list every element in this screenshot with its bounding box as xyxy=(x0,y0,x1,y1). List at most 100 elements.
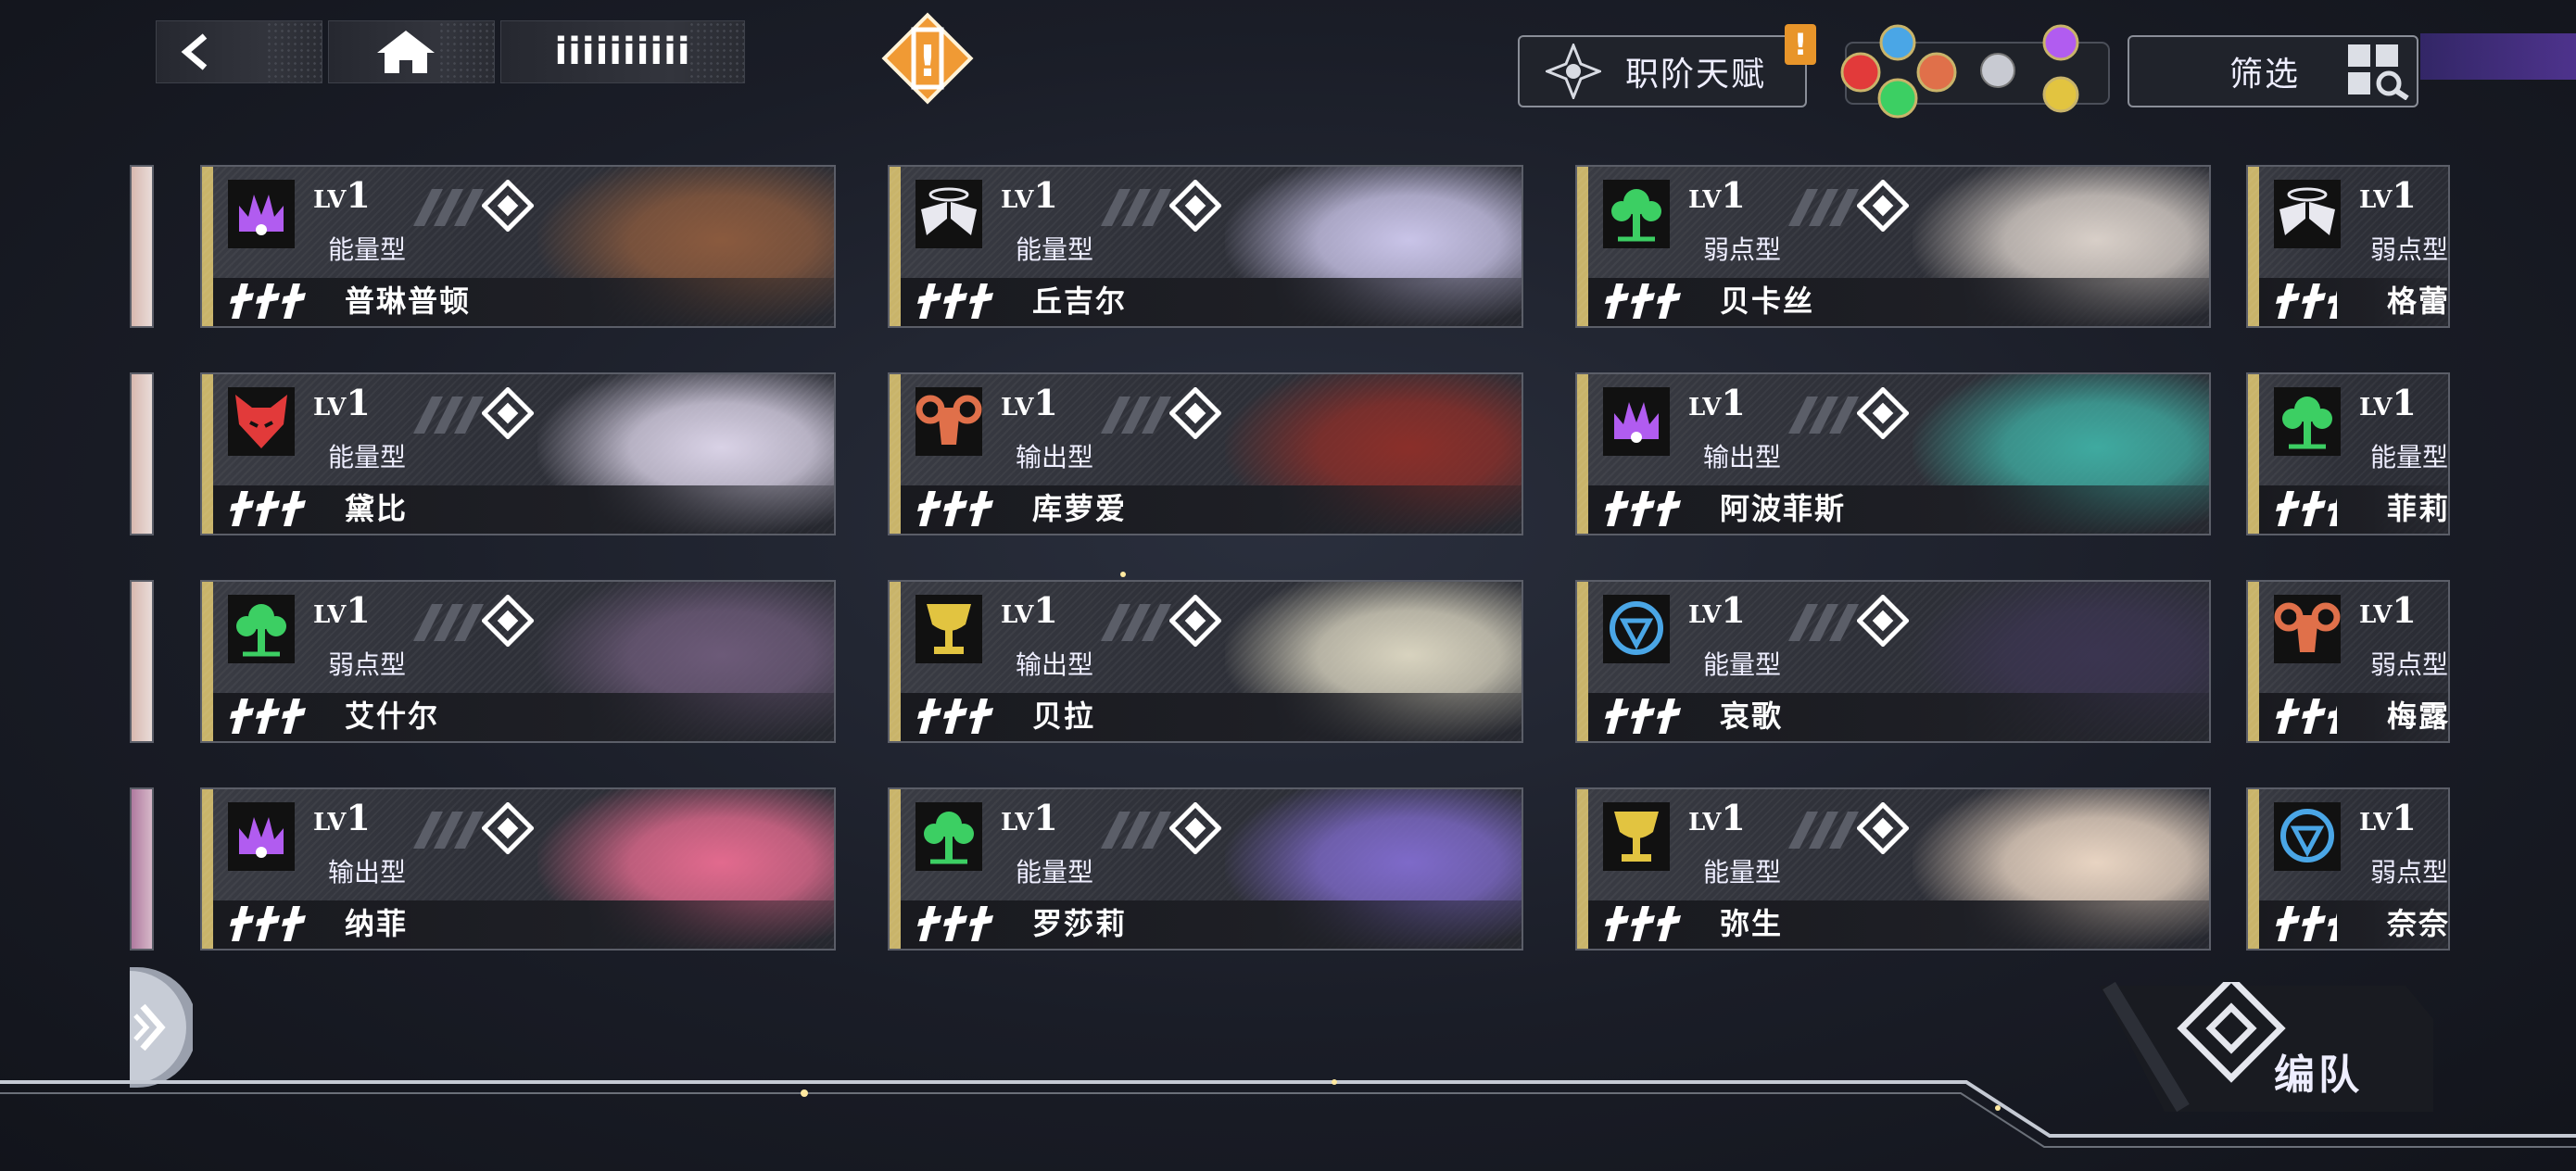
element-filter-cluster[interactable] xyxy=(1838,22,2122,120)
element-ram-icon xyxy=(1916,52,1957,93)
rank-slashes-icon xyxy=(1099,395,1173,435)
character-name: 罗莎莉 xyxy=(1032,906,1128,941)
emblem-icon xyxy=(1546,44,1601,99)
character-type: 能量型 xyxy=(1016,234,1094,265)
level-label: LV1 xyxy=(1001,589,1058,631)
character-card-partial[interactable]: LV1 能量型 菲莉 xyxy=(2246,372,2450,535)
tree-icon xyxy=(914,800,984,873)
character-name: 丘吉尔 xyxy=(1032,283,1128,319)
character-card-partial[interactable]: LV1 弱点型 奈奈 xyxy=(2246,787,2450,951)
level-label: LV1 xyxy=(2359,589,2417,631)
element-chalice-icon xyxy=(2042,76,2079,113)
rank-slashes-icon xyxy=(411,395,486,435)
back-arrow-icon xyxy=(181,33,208,70)
partial-card-left[interactable] xyxy=(130,580,154,743)
rarity-diamond-icon xyxy=(1856,801,1910,855)
chalice-icon xyxy=(914,593,984,665)
level-label: LV1 xyxy=(2359,174,2417,216)
level-label: LV1 xyxy=(1001,174,1058,216)
filter-button[interactable]: 筛选 xyxy=(2128,35,2418,107)
rarity-diamond-icon xyxy=(1168,801,1222,855)
star-rank-icon xyxy=(2276,491,2337,526)
level-label: LV1 xyxy=(1688,382,1746,423)
alert-diamond-icon[interactable]: ! xyxy=(878,9,977,107)
star-rank-icon xyxy=(230,491,315,526)
character-name: 库萝爱 xyxy=(1032,491,1128,526)
rarity-diamond-icon xyxy=(481,386,535,440)
scroll-left-button[interactable] xyxy=(130,967,193,1088)
wings-icon xyxy=(2272,178,2342,250)
element-crown-icon xyxy=(2042,24,2079,61)
character-type: 输出型 xyxy=(1703,442,1782,472)
partial-card-left[interactable] xyxy=(130,165,154,328)
level-label: LV1 xyxy=(1001,797,1058,838)
filter-label: 筛选 xyxy=(2229,56,2301,94)
level-label: LV1 xyxy=(313,382,371,423)
character-name: 格蕾 xyxy=(2387,283,2450,319)
rank-slashes-icon xyxy=(1787,395,1861,435)
rank-slashes-icon xyxy=(1099,602,1173,643)
wolf-icon xyxy=(226,385,297,458)
crown-icon xyxy=(226,800,297,873)
character-card[interactable]: LV1 能量型 黛比 xyxy=(200,372,836,535)
character-card[interactable]: LV1 能量型 普琳普顿 xyxy=(200,165,836,328)
shield-icon xyxy=(1601,593,1672,665)
element-wings-icon xyxy=(1980,53,2015,88)
rarity-diamond-icon xyxy=(1856,179,1910,233)
character-name: 菲莉 xyxy=(2387,491,2450,526)
rarity-diamond-icon xyxy=(1168,386,1222,440)
character-card[interactable]: LV1 能量型 弥生 xyxy=(1575,787,2211,951)
star-rank-icon xyxy=(230,906,315,941)
rank-slashes-icon xyxy=(411,810,486,850)
home-button[interactable] xyxy=(328,20,495,83)
tree-icon xyxy=(1601,178,1672,250)
character-type: 能量型 xyxy=(328,442,407,472)
character-type: 输出型 xyxy=(328,857,407,888)
character-card[interactable]: LV1 弱点型 贝卡丝 xyxy=(1575,165,2211,328)
character-card[interactable]: LV1 输出型 纳菲 xyxy=(200,787,836,951)
crown-icon xyxy=(1601,385,1672,458)
filter-search-icon xyxy=(2348,44,2409,100)
back-button[interactable] xyxy=(156,20,322,83)
character-name: 普琳普顿 xyxy=(345,283,472,319)
character-type: 弱点型 xyxy=(328,649,407,680)
team-formation-button[interactable] xyxy=(2100,982,2433,1112)
character-card-partial[interactable]: LV1 弱点型 格蕾 xyxy=(2246,165,2450,328)
rarity-diamond-icon xyxy=(1856,386,1910,440)
character-card[interactable]: LV1 输出型 库萝爱 xyxy=(888,372,1523,535)
rarity-diamond-icon xyxy=(481,801,535,855)
character-card-partial[interactable]: LV1 弱点型 梅露 xyxy=(2246,580,2450,743)
rarity-diamond-icon xyxy=(1168,594,1222,648)
star-rank-icon xyxy=(2276,283,2337,319)
decor-dots xyxy=(266,21,322,82)
character-name: 黛比 xyxy=(345,491,409,526)
character-type: 能量型 xyxy=(2370,442,2449,472)
partial-card-left[interactable] xyxy=(130,372,154,535)
character-name: 纳菲 xyxy=(345,906,409,941)
character-type: 输出型 xyxy=(1016,442,1094,472)
level-label: LV1 xyxy=(313,797,371,838)
star-rank-icon xyxy=(2276,906,2337,941)
star-rank-icon xyxy=(917,283,1003,319)
star-rank-icon xyxy=(230,283,315,319)
corner-accent xyxy=(2420,33,2576,80)
class-talent-label: 职阶天赋 xyxy=(1625,56,1767,94)
rank-slashes-icon xyxy=(1099,187,1173,228)
class-talent-button[interactable]: 职阶天赋 xyxy=(1518,35,1807,107)
character-card[interactable]: LV1 能量型 哀歌 xyxy=(1575,580,2211,743)
character-card[interactable]: LV1 能量型 丘吉尔 xyxy=(888,165,1523,328)
star-rank-icon xyxy=(1605,699,1690,734)
star-rank-icon xyxy=(230,699,315,734)
partial-card-left[interactable] xyxy=(130,787,154,951)
character-card[interactable]: LV1 弱点型 艾什尔 xyxy=(200,580,836,743)
character-type: 能量型 xyxy=(1016,857,1094,888)
character-card[interactable]: LV1 输出型 阿波菲斯 xyxy=(1575,372,2211,535)
star-rank-icon xyxy=(917,906,1003,941)
decor-dots xyxy=(688,21,744,82)
character-name: 哀歌 xyxy=(1720,699,1784,734)
character-name: 阿波菲斯 xyxy=(1720,491,1847,526)
character-card[interactable]: LV1 能量型 罗莎莉 xyxy=(888,787,1523,951)
character-card[interactable]: LV1 输出型 贝拉 xyxy=(888,580,1523,743)
rank-slashes-icon xyxy=(411,602,486,643)
home-icon xyxy=(377,31,435,73)
